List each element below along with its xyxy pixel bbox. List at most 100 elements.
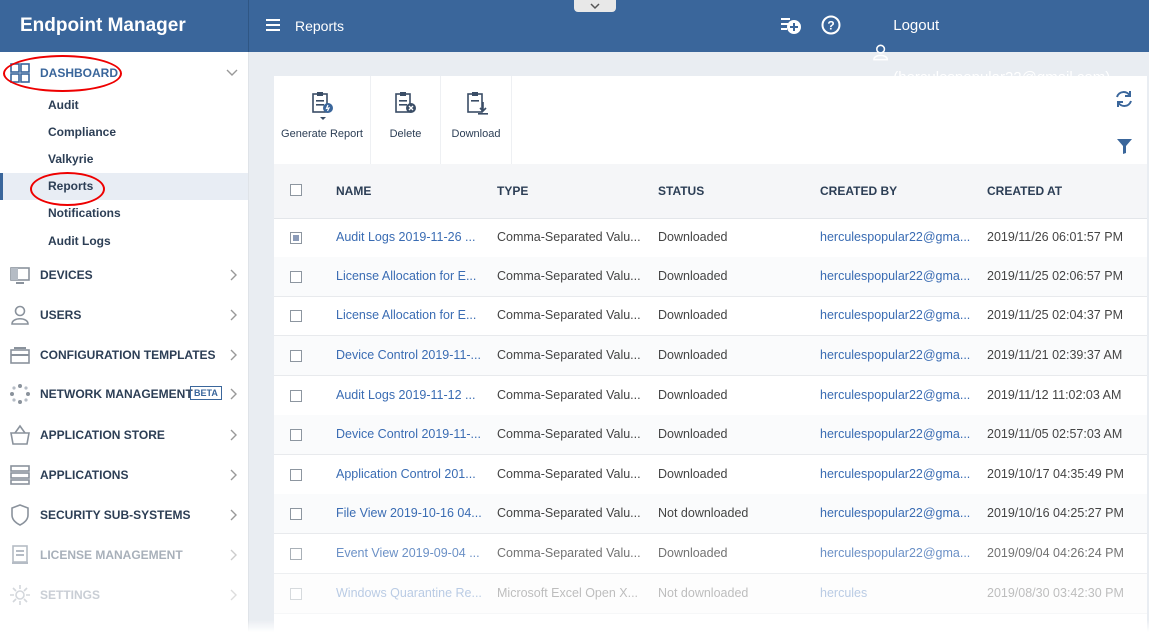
table-row[interactable]: License Allocation for E... Comma-Separa… — [274, 257, 1147, 297]
report-name-link[interactable]: Application Control 201... — [336, 455, 476, 494]
report-status: Downloaded — [658, 308, 728, 322]
report-name-link[interactable]: Audit Logs 2019-11-12 ... — [336, 376, 475, 415]
report-name-link[interactable]: File View 2019-10-16 04... — [336, 494, 482, 533]
devices-icon — [10, 267, 30, 284]
download-report-icon — [467, 92, 488, 115]
table-row[interactable]: Audit Logs 2019-11-26 ... Comma-Separate… — [274, 218, 1147, 258]
report-name-link[interactable]: Device Control 2019-11-... — [336, 415, 481, 454]
refresh-icon[interactable] — [1114, 89, 1134, 109]
report-type: Comma-Separated Valu... — [497, 546, 641, 560]
created-by-link[interactable]: herculespopular22@gma... — [820, 534, 970, 573]
created-by-link[interactable]: herculespopular22@gma... — [820, 257, 970, 296]
sidebar-item-security-sub-systems[interactable]: SECURITY SUB-SYSTEMS — [0, 500, 248, 530]
report-status: Downloaded — [658, 269, 728, 283]
chevron-right-icon — [230, 269, 237, 281]
report-type: Comma-Separated Valu... — [497, 348, 641, 362]
created-at: 2019/11/25 02:04:37 PM — [987, 308, 1123, 322]
help-icon[interactable]: ? — [820, 14, 842, 36]
table-row[interactable]: Device Control 2019-11-... Comma-Separat… — [274, 415, 1147, 455]
created-by-link[interactable]: herculespopular22@gma... — [820, 455, 970, 494]
templates-icon — [10, 347, 30, 364]
sidebar-item-license-management[interactable]: LICENSE MANAGEMENT — [0, 540, 248, 570]
sidebar-subitem-audit-logs[interactable]: Audit Logs — [0, 228, 248, 255]
report-status: Downloaded — [658, 348, 728, 362]
created-by-link[interactable]: herculespopular22@gma... — [820, 336, 970, 375]
delete-button[interactable]: Delete — [371, 76, 441, 164]
column-header-type[interactable]: TYPE — [497, 164, 528, 218]
created-at: 2019/11/05 02:57:03 AM — [987, 427, 1123, 441]
column-header-created-by[interactable]: CREATED BY — [820, 164, 897, 218]
sidebar-subitem-compliance[interactable]: Compliance — [0, 119, 248, 146]
generate-report-button[interactable]: Generate Report — [274, 76, 371, 164]
top-bar: Endpoint Manager Reports ? Logout (hercu… — [0, 0, 1149, 86]
sidebar-item-label: APPLICATION STORE — [40, 428, 165, 442]
table-row[interactable]: Event View 2019-09-04 ... Comma-Separate… — [274, 534, 1147, 574]
report-name-link[interactable]: License Allocation for E... — [336, 257, 476, 296]
row-checkbox[interactable] — [290, 469, 302, 481]
table-row[interactable]: Device Control 2019-11-... Comma-Separat… — [274, 336, 1147, 376]
sidebar-item-devices[interactable]: DEVICES — [0, 260, 248, 290]
created-by-link[interactable]: hercules — [820, 574, 867, 613]
generate-report-label: Generate Report — [281, 128, 363, 140]
row-checkbox[interactable] — [290, 232, 302, 244]
row-checkbox[interactable] — [290, 310, 302, 322]
created-by-link[interactable]: herculespopular22@gma... — [820, 376, 970, 415]
dashboard-icon — [10, 63, 30, 83]
generate-report-icon — [312, 92, 333, 120]
sidebar-item-settings[interactable]: SETTINGS — [0, 580, 248, 610]
page-title: Reports — [295, 18, 345, 34]
report-name-link[interactable]: Windows Quarantine Re... — [336, 574, 482, 613]
report-type: Comma-Separated Valu... — [497, 427, 641, 441]
select-all-checkbox[interactable] — [290, 184, 302, 196]
report-name-link[interactable]: License Allocation for E... — [336, 296, 476, 335]
delete-report-icon — [395, 92, 416, 113]
report-name-link[interactable]: Audit Logs 2019-11-26 ... — [336, 218, 475, 257]
created-by-link[interactable]: herculespopular22@gma... — [820, 415, 970, 454]
sidebar-item-network-management[interactable]: NETWORK MANAGEMENT BETA — [0, 379, 248, 409]
sidebar-item-configuration-templates[interactable]: CONFIGURATION TEMPLATES — [0, 340, 248, 370]
created-by-link[interactable]: herculespopular22@gma... — [820, 296, 970, 335]
row-checkbox[interactable] — [290, 271, 302, 283]
chevron-down-icon — [590, 3, 600, 10]
sidebar-subitem-audit[interactable]: Audit — [0, 92, 248, 119]
row-checkbox[interactable] — [290, 548, 302, 560]
row-checkbox[interactable] — [290, 508, 302, 520]
created-by-link[interactable]: herculespopular22@gma... — [820, 218, 970, 257]
sidebar-subitem-valkyrie[interactable]: Valkyrie — [0, 146, 248, 173]
sidebar-item-label: LICENSE MANAGEMENT — [40, 548, 183, 562]
table-row[interactable]: File View 2019-10-16 04... Comma-Separat… — [274, 494, 1147, 534]
created-by-link[interactable]: herculespopular22@gma... — [820, 494, 970, 533]
row-checkbox[interactable] — [290, 350, 302, 362]
row-checkbox[interactable] — [290, 429, 302, 441]
collapse-header-button[interactable] — [574, 0, 616, 12]
table-row[interactable]: License Allocation for E... Comma-Separa… — [274, 296, 1147, 336]
store-icon — [10, 424, 30, 445]
report-name-link[interactable]: Device Control 2019-11-... — [336, 336, 481, 375]
sidebar-item-label: NETWORK MANAGEMENT — [40, 387, 193, 401]
row-checkbox[interactable] — [290, 390, 302, 402]
sidebar-item-label: CONFIGURATION TEMPLATES — [40, 348, 216, 362]
column-header-status[interactable]: STATUS — [658, 164, 704, 218]
report-status: Downloaded — [658, 467, 728, 481]
download-label: Download — [451, 128, 501, 140]
add-icon[interactable] — [780, 14, 802, 36]
sidebar-subitem-notifications[interactable]: Notifications — [0, 200, 248, 227]
column-header-created-at[interactable]: CREATED AT — [987, 164, 1062, 218]
sidebar-item-label: SETTINGS — [40, 588, 101, 602]
table-row[interactable]: Windows Quarantine Re... Microsoft Excel… — [274, 574, 1147, 614]
sidebar-item-dashboard[interactable]: DASHBOARD — [0, 58, 248, 88]
sidebar-item-applications[interactable]: APPLICATIONS — [0, 460, 248, 490]
table-row[interactable]: Audit Logs 2019-11-12 ... Comma-Separate… — [274, 376, 1147, 416]
sidebar-item-users[interactable]: USERS — [0, 300, 248, 330]
table-row[interactable]: Application Control 201... Comma-Separat… — [274, 455, 1147, 495]
download-button[interactable]: Download — [441, 76, 512, 164]
filter-icon[interactable] — [1116, 138, 1133, 155]
sidebar-subitem-reports[interactable]: Reports — [0, 173, 248, 200]
sidebar-item-application-store[interactable]: APPLICATION STORE — [0, 420, 248, 450]
column-header-name[interactable]: NAME — [336, 164, 371, 218]
menu-icon[interactable] — [266, 19, 280, 31]
row-checkbox[interactable] — [290, 588, 302, 600]
created-at: 2019/10/17 04:35:49 PM — [987, 467, 1124, 481]
report-name-link[interactable]: Event View 2019-09-04 ... — [336, 534, 480, 573]
reports-panel: Generate Report Delete Download NAME TYP… — [274, 76, 1147, 637]
